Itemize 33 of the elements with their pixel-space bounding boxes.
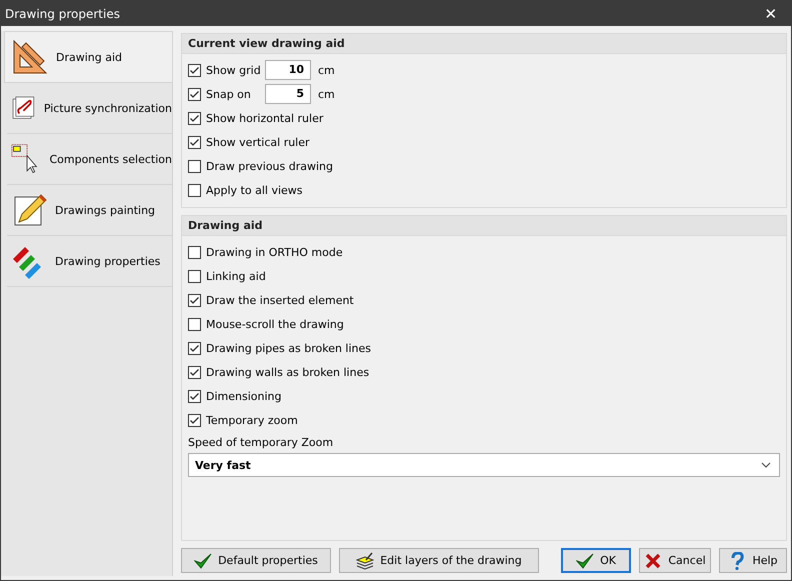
- sidebar-item[interactable]: Components selection: [7, 134, 172, 185]
- dropdown[interactable]: Very fast: [188, 453, 780, 477]
- unit-label: cm: [318, 88, 335, 100]
- number-field[interactable]: 10: [265, 60, 311, 80]
- sidebar-item[interactable]: Drawing aid: [4, 31, 173, 83]
- group-header: Current view drawing aid: [182, 34, 786, 54]
- checkbox-label[interactable]: Linking aid: [206, 270, 266, 282]
- dialog-button[interactable]: Cancel: [639, 548, 711, 573]
- dialog-button[interactable]: OK: [561, 548, 631, 573]
- checkbox-label[interactable]: Apply to all views: [206, 184, 303, 196]
- checkbox-label[interactable]: Drawing walls as broken lines: [206, 366, 370, 378]
- checkbox-label[interactable]: Draw previous drawing: [206, 160, 334, 172]
- checkbox-label[interactable]: Drawing pipes as broken lines: [206, 342, 372, 354]
- checkbox-label[interactable]: Show vertical ruler: [206, 136, 310, 148]
- field-label: Speed of temporary Zoom: [188, 436, 334, 449]
- checkbox-label[interactable]: Mouse-scroll the drawing: [206, 318, 344, 330]
- number-field[interactable]: 5: [265, 84, 311, 104]
- dialog-button[interactable]: Edit layers of the drawing: [339, 548, 539, 573]
- checkbox-label[interactable]: Show horizontal ruler: [206, 112, 324, 124]
- checkbox-label[interactable]: Draw the inserted element: [206, 294, 354, 306]
- sidebar-item[interactable]: Drawing properties: [7, 236, 172, 287]
- sidebar-item[interactable]: Drawings painting: [7, 185, 172, 236]
- window-title: Drawing properties: [5, 6, 120, 20]
- checkbox-label[interactable]: Dimensioning: [206, 390, 282, 402]
- checkbox-label[interactable]: Drawing in ORTHO mode: [206, 246, 343, 258]
- sidebar-item[interactable]: Picture synchronization: [7, 83, 172, 134]
- close-button[interactable]: ✕: [751, 1, 791, 26]
- unit-label: cm: [318, 64, 335, 76]
- dialog-button[interactable]: Default properties: [181, 548, 331, 573]
- checkbox-label[interactable]: Temporary zoom: [206, 414, 298, 426]
- dialog-button[interactable]: Help: [719, 548, 787, 573]
- group-header: Drawing aid: [182, 216, 786, 236]
- checkbox-label[interactable]: Snap on: [206, 88, 256, 100]
